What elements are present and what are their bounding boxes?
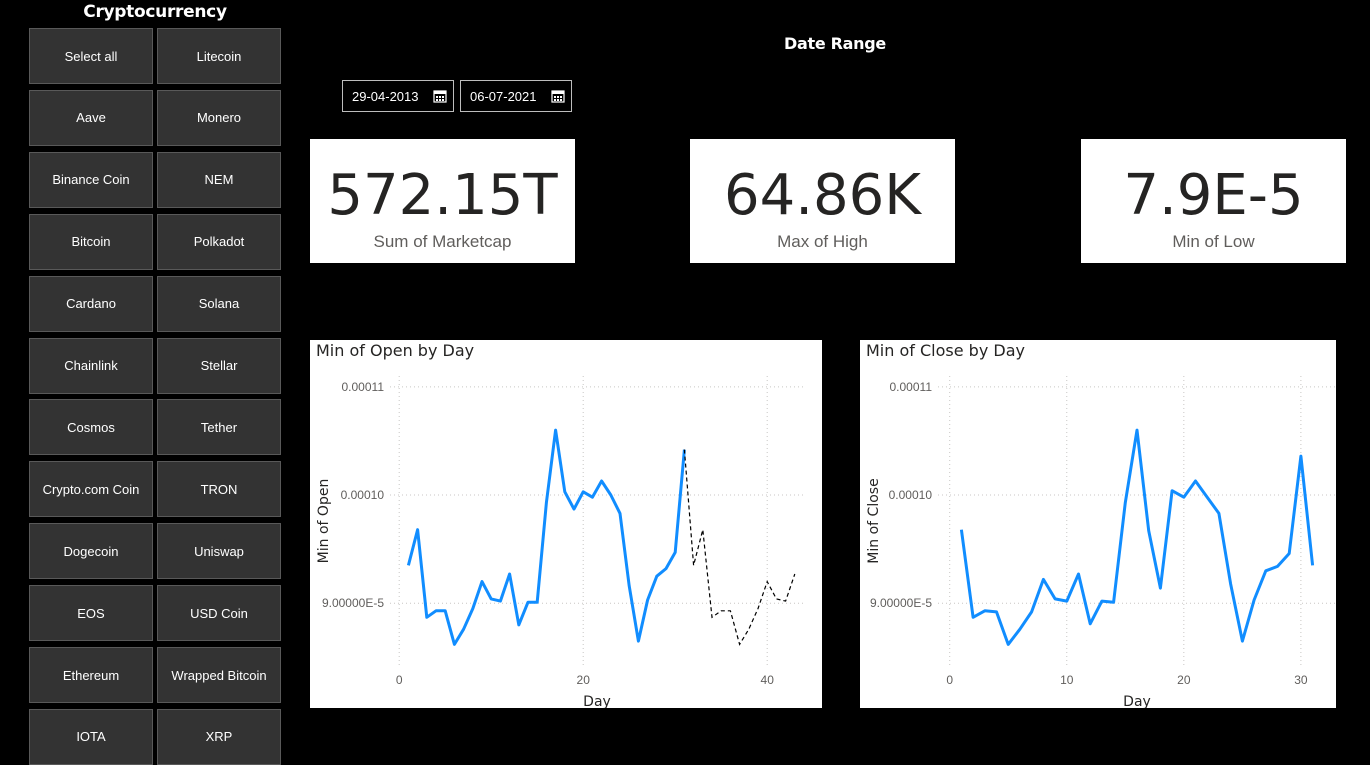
y-tick-label: 9.00000E-5 [322,596,384,610]
card-label: Sum of Marketcap [373,232,512,251]
x-tick-label: 0 [396,673,403,687]
min-open-chart: 9.00000E-5 0.00010 0.00011 0 20 40 Day Min of O… [310,340,822,708]
slicer-title: Cryptocurrency [83,2,227,22]
slicer-tile-xrp[interactable]: XRP [157,708,281,765]
calendar-icon[interactable] [551,89,565,103]
card-value: 64.86K [723,163,922,228]
y-axis-title: Min of Open [316,479,332,564]
calendar-icon[interactable] [433,89,447,103]
x-axis-title: Day [1123,694,1151,708]
min-open-plot: 9.00000E-5 0.00010 0.00011 0 20 40 Day Min of O… [316,376,804,708]
x-axis-title: Day [583,694,611,708]
slicer-tile-dogecoin[interactable]: Dogecoin [29,523,153,580]
x-tick-label: 30 [1294,673,1308,687]
slicer-tile-iota[interactable]: IOTA [29,708,153,765]
slicer-tile-tron[interactable]: TRON [157,461,281,518]
slicer-tile-chainlink[interactable]: Chainlink [29,337,153,394]
slicer-tile-cardano[interactable]: Cardano [29,275,153,332]
chart-title: Min of Open by Day [316,341,475,360]
y-tick-label: 0.00011 [342,380,385,394]
y-tick-label: 0.00011 [890,380,933,394]
slicer-tile-eos[interactable]: EOS [29,585,153,642]
card-label: Min of Low [1172,232,1255,251]
y-tick-label: 0.00010 [889,488,933,502]
card-value: 572.15T [327,163,558,228]
end-date-input[interactable]: 06-07-2021 [460,80,572,112]
slicer-tile-monero[interactable]: Monero [157,89,281,146]
slicer-tile-litecoin[interactable]: Litecoin [157,28,281,84]
min-close-chart: 9.00000E-5 0.00010 0.00011 0 10 20 30 Day Min of… [860,340,1336,708]
slicer-tile-polkadot[interactable]: Polkadot [157,213,281,270]
x-tick-label: 20 [577,673,591,687]
series-line [406,428,686,646]
forecast-line [683,449,796,646]
slicer-tile-select-all[interactable]: Select all [29,28,153,84]
card-value: 7.9E-5 [1123,163,1304,228]
slicer-tile-crypto-com-coin[interactable]: Crypto.com Coin [29,461,153,518]
start-date-input[interactable]: 29-04-2013 [342,80,454,112]
y-tick-label: 9.00000E-5 [870,596,932,610]
y-tick-label: 0.00010 [341,488,385,502]
slicer-tile-tether[interactable]: Tether [157,399,281,456]
slicer-tile-bitcoin[interactable]: Bitcoin [29,213,153,270]
x-tick-label: 10 [1060,673,1074,687]
end-date-value: 06-07-2021 [470,88,537,104]
series-line [959,428,1315,646]
card-label: Max of High [777,232,868,251]
date-range-title: Date Range [784,34,886,53]
slicer-tile-nem[interactable]: NEM [157,151,281,208]
marketcap-card: 572.15T Sum of Marketcap [310,139,575,263]
slicer-tile-ethereum[interactable]: Ethereum [29,647,153,703]
y-axis-title: Min of Close [866,478,882,563]
slicer-tile-usd-coin[interactable]: USD Coin [157,585,281,642]
slicer-tile-binance-coin[interactable]: Binance Coin [29,151,153,208]
chart-title: Min of Close by Day [866,341,1025,360]
slicer-tile-stellar[interactable]: Stellar [157,337,281,394]
x-tick-label: 40 [761,673,775,687]
slicer-tile-aave[interactable]: Aave [29,89,153,146]
min-close-plot: 9.00000E-5 0.00010 0.00011 0 10 20 30 Day Min of… [866,376,1336,708]
max-high-card: 64.86K Max of High [690,139,955,263]
slicer-tile-wrapped-bitcoin[interactable]: Wrapped Bitcoin [157,647,281,703]
start-date-value: 29-04-2013 [352,88,419,104]
slicer-tile-solana[interactable]: Solana [157,275,281,332]
slicer-tile-cosmos[interactable]: Cosmos [29,399,153,456]
x-tick-label: 20 [1177,673,1191,687]
x-tick-label: 0 [946,673,953,687]
min-low-card: 7.9E-5 Min of Low [1081,139,1346,263]
slicer-tile-uniswap[interactable]: Uniswap [157,523,281,580]
